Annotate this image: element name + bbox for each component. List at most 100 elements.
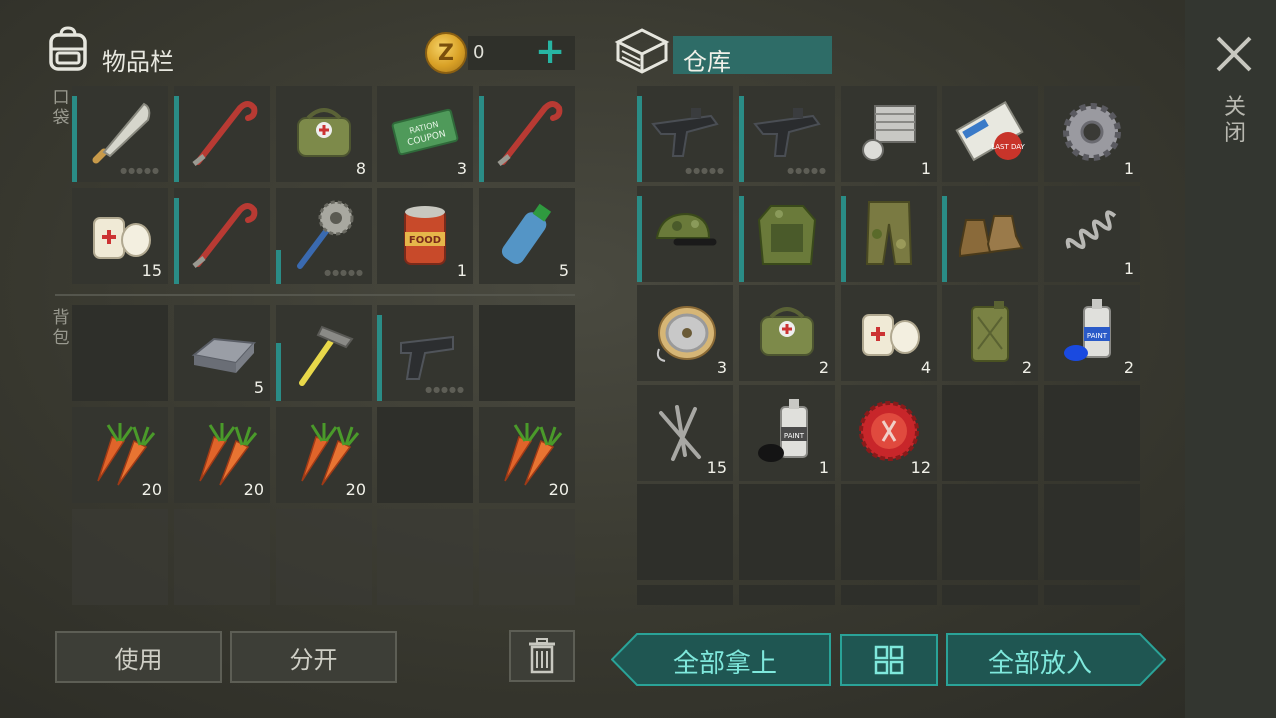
storage-slot-engine-cylinder[interactable]: 1	[841, 86, 937, 182]
storage-slot-medkit-bag[interactable]: 2	[739, 285, 835, 381]
storage-title: 仓库	[683, 48, 731, 76]
storage-slot-bandage[interactable]: 4	[841, 285, 937, 381]
bandage-icon	[862, 314, 920, 356]
engine-cylinder-icon	[862, 105, 916, 161]
ration-coupon-icon: RATIONCOUPON	[391, 108, 459, 156]
spray-paint-blue-icon: PAINT	[1064, 299, 1111, 361]
item-count: 2	[1123, 358, 1134, 377]
durability-bar	[841, 196, 846, 282]
take-all-label: 全部拿上	[673, 649, 778, 679]
storage-slot-empty[interactable]	[1044, 484, 1140, 580]
backpack-slot-carrots[interactable]: 20	[72, 407, 168, 503]
storage-box-icon	[614, 28, 670, 74]
backpack-icon	[49, 26, 87, 71]
storage-slot-uzi[interactable]: ●●●●●	[739, 86, 835, 182]
backpack-slot-empty[interactable]	[276, 509, 372, 605]
storage-slot-gear[interactable]: 1	[1044, 86, 1140, 182]
storage-slot-empty[interactable]	[942, 385, 1038, 481]
item-count: 3	[456, 159, 467, 178]
storage-slot-empty[interactable]	[739, 585, 835, 605]
backpack-slot-empty[interactable]	[377, 407, 473, 503]
storage-slot-spray-paint-black[interactable]: PAINT 1	[739, 385, 835, 481]
pocket-slot-medkit-bag[interactable]: 8	[276, 86, 372, 182]
iron-ingot-icon	[191, 337, 257, 373]
pocket-slot-water-bottle[interactable]: 5	[479, 188, 575, 284]
saw-mace-icon	[297, 200, 354, 269]
storage-slot-jerrycan[interactable]: 2	[942, 285, 1038, 381]
add-coins-button[interactable]: +	[535, 30, 565, 74]
uzi-icon	[651, 108, 719, 157]
storage-slot-wire-spool[interactable]: 3	[637, 285, 733, 381]
item-count: 1	[920, 159, 931, 178]
storage-slot-nails[interactable]: 15	[637, 385, 733, 481]
pocket-slot-crowbar[interactable]	[174, 86, 270, 182]
backpack-slot-carrots[interactable]: 20	[276, 407, 372, 503]
item-count: 8	[355, 159, 366, 178]
pocket-slot-ration-coupon[interactable]: RATION COUPON 3	[377, 86, 473, 182]
item-count: 20	[345, 480, 366, 499]
durability-bar	[174, 96, 179, 182]
item-count: 5	[558, 261, 569, 280]
close-icon[interactable]	[1212, 32, 1256, 76]
trash-button[interactable]	[509, 630, 575, 682]
storage-slot-empty[interactable]	[739, 484, 835, 580]
close-label[interactable]: 关闭	[1222, 95, 1248, 147]
pocket-slot-bandage[interactable]: 15	[72, 188, 168, 284]
storage-slot-empty[interactable]	[637, 585, 733, 605]
upgrade-dots: ●●●●●	[425, 385, 465, 394]
item-count: 12	[910, 458, 931, 477]
storage-slot-empty[interactable]	[637, 484, 733, 580]
backpack-slot-carrots[interactable]: 20	[479, 407, 575, 503]
storage-slot-bottle-cap[interactable]: 12	[841, 385, 937, 481]
durability-bar	[276, 343, 281, 401]
storage-slot-uzi[interactable]: ●●●●●	[637, 86, 733, 182]
pocket-slot-canned-food[interactable]: FOOD 1	[377, 188, 473, 284]
storage-slot-camo-cap[interactable]	[637, 186, 733, 282]
backpack-slot-empty[interactable]	[72, 305, 168, 401]
durability-bar	[276, 250, 281, 284]
crowbar-icon	[192, 101, 258, 166]
crowbar-icon	[497, 101, 563, 166]
durability-bar	[637, 96, 642, 182]
svg-text:PAINT: PAINT	[784, 432, 805, 440]
put-all-label: 全部放入	[988, 649, 1093, 679]
backpack-slot-iron-ingot[interactable]: 5	[174, 305, 270, 401]
backpack-slot-hammer[interactable]	[276, 305, 372, 401]
storage-slot-empty[interactable]	[942, 585, 1038, 605]
pocket-slot-crowbar[interactable]	[174, 188, 270, 284]
backpack-slot-pistol[interactable]: ●●●●●	[377, 305, 473, 401]
backpack-slot-empty[interactable]	[377, 509, 473, 605]
take-all-button[interactable]: 全部拿上	[611, 633, 831, 686]
canned-food-icon: FOOD	[404, 206, 446, 265]
backpack-slot-carrots[interactable]: 20	[174, 407, 270, 503]
use-button[interactable]: 使用	[55, 631, 222, 683]
medkit-bag-icon	[297, 108, 351, 157]
storage-slot-empty[interactable]	[1044, 385, 1140, 481]
storage-slot-empty[interactable]	[1044, 585, 1140, 605]
backpack-slot-empty[interactable]	[72, 509, 168, 605]
storage-slot-camo-vest[interactable]	[739, 186, 835, 282]
storage-slot-last-day-magazine[interactable]: LAST DAY	[942, 86, 1038, 182]
durability-bar	[942, 196, 947, 282]
item-count: 1	[1123, 259, 1134, 278]
camo-vest-icon	[757, 205, 817, 265]
storage-slot-spray-paint-blue[interactable]: PAINT 2	[1044, 285, 1140, 381]
storage-slot-empty[interactable]	[841, 484, 937, 580]
storage-slot-boots[interactable]	[942, 186, 1038, 282]
storage-slot-camo-pants[interactable]	[841, 186, 937, 282]
sort-button[interactable]	[840, 634, 938, 686]
backpack-slot-empty[interactable]	[479, 509, 575, 605]
storage-slot-spring[interactable]: 1	[1044, 186, 1140, 282]
backpack-slot-empty[interactable]	[479, 305, 575, 401]
svg-text:LAST DAY: LAST DAY	[991, 143, 1025, 151]
pocket-slot-machete[interactable]: ●●●●●	[72, 86, 168, 182]
pocket-slot-saw-mace[interactable]: ●●●●●	[276, 188, 372, 284]
backpack-slot-empty[interactable]	[174, 509, 270, 605]
split-button[interactable]: 分开	[230, 631, 397, 683]
medkit-bag-icon	[760, 307, 814, 356]
pocket-slot-crowbar[interactable]	[479, 86, 575, 182]
spring-icon	[1065, 210, 1117, 250]
put-all-button[interactable]: 全部放入	[946, 633, 1166, 686]
storage-slot-empty[interactable]	[942, 484, 1038, 580]
storage-slot-empty[interactable]	[841, 585, 937, 605]
